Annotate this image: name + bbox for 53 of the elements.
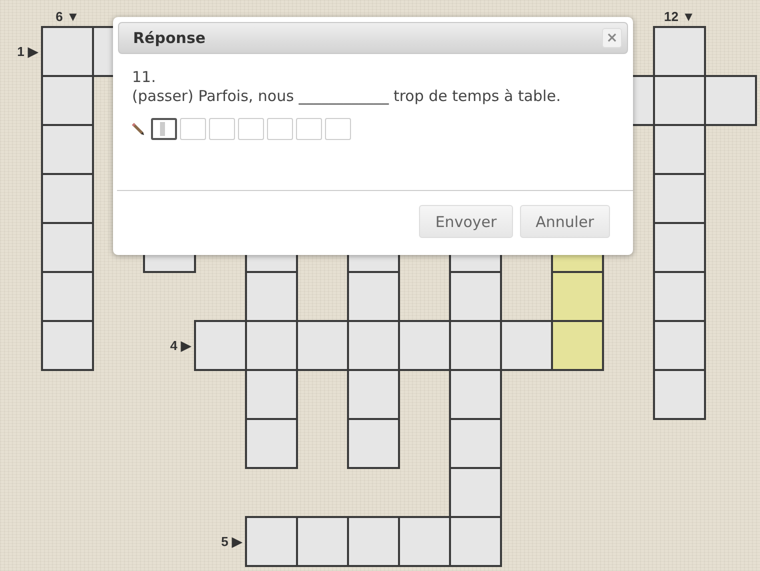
grid-cell[interactable] (653, 271, 706, 322)
clue-label: 4 ▶ (170, 338, 191, 353)
clue-label: 6 ▼ (56, 9, 80, 24)
grid-cell[interactable] (449, 418, 502, 469)
grid-cell[interactable] (245, 320, 298, 371)
dialog-title: Réponse (133, 29, 206, 47)
grid-cell[interactable] (41, 320, 94, 371)
grid-cell[interactable] (41, 271, 94, 322)
grid-cell[interactable] (653, 320, 706, 371)
grid-cell[interactable] (41, 124, 94, 175)
grid-cell[interactable] (653, 369, 706, 420)
grid-cell[interactable] (245, 369, 298, 420)
grid-cell[interactable] (347, 271, 400, 322)
pencil-icon (131, 122, 145, 136)
grid-cell[interactable] (398, 320, 451, 371)
grid-cell[interactable] (653, 222, 706, 273)
dialog-button[interactable]: Annuler (520, 205, 610, 238)
grid-cell[interactable] (551, 320, 604, 371)
grid-cell[interactable] (347, 320, 400, 371)
grid-cell[interactable] (296, 516, 349, 567)
grid-cell[interactable] (398, 516, 451, 567)
grid-cell[interactable] (245, 418, 298, 469)
grid-cell[interactable] (653, 26, 706, 77)
grid-cell[interactable] (653, 75, 706, 126)
grid-cell[interactable] (500, 320, 553, 371)
grid-cell[interactable] (245, 271, 298, 322)
close-button[interactable]: × (602, 28, 622, 48)
grid-cell[interactable] (296, 320, 349, 371)
grid-cell[interactable] (347, 369, 400, 420)
grid-cell[interactable] (653, 124, 706, 175)
clue-text: (passer) Parfois, nous ____________ trop de temps à table. (132, 87, 562, 106)
grid-cell[interactable] (704, 75, 757, 126)
letter-field[interactable] (151, 118, 177, 140)
grid-cell[interactable] (41, 173, 94, 224)
grid-cell[interactable] (449, 369, 502, 420)
grid-cell[interactable] (41, 26, 94, 77)
grid-cell[interactable] (551, 271, 604, 322)
grid-cell[interactable] (194, 320, 247, 371)
grid-cell[interactable] (449, 467, 502, 518)
grid-cell[interactable] (41, 75, 94, 126)
grid-cell[interactable] (449, 320, 502, 371)
grid-cell[interactable] (449, 271, 502, 322)
grid-cell[interactable] (653, 173, 706, 224)
grid-cell[interactable] (245, 516, 298, 567)
grid-cell[interactable] (347, 418, 400, 469)
clue-label: 1 ▶ (17, 44, 38, 59)
clue-label: 12 ▼ (664, 9, 695, 24)
clue-label: 5 ▶ (221, 534, 242, 549)
grid-cell[interactable] (41, 222, 94, 273)
clue-number: 11. (132, 68, 157, 87)
grid-cell[interactable] (449, 516, 502, 567)
dialog-button[interactable]: Envoyer (419, 205, 513, 238)
grid-cell[interactable] (347, 516, 400, 567)
